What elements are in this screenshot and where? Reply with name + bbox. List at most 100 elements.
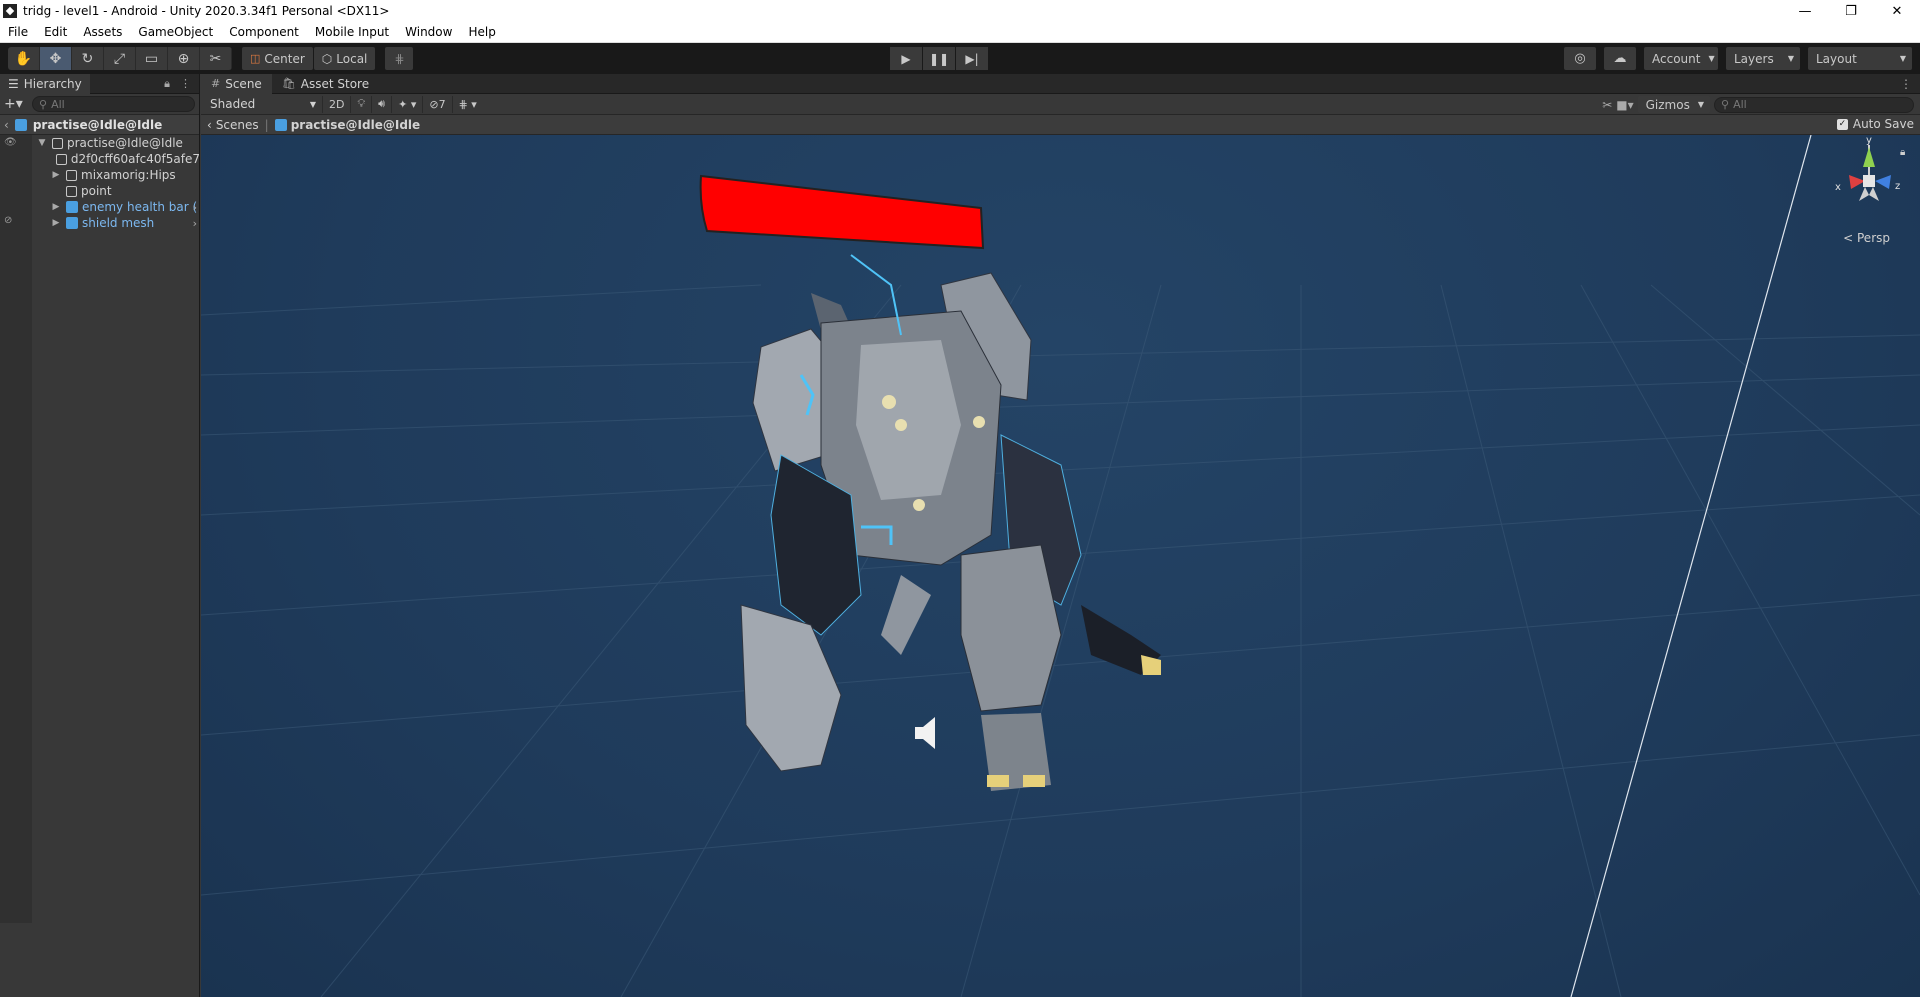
prefab-mode-header: ‹ practise@Idle@Idle xyxy=(0,115,199,135)
tree-item-point[interactable]: point xyxy=(32,183,200,199)
checkmark-icon[interactable]: ✓ xyxy=(1836,118,1848,130)
tree-item-shield-mesh[interactable]: ▶ shield mesh › xyxy=(32,215,200,231)
tree-item-d2f0[interactable]: d2f0cff60afc40f5afe7 xyxy=(32,151,200,167)
scale-tool-button[interactable]: ⤢ xyxy=(104,47,136,70)
tools-icon[interactable]: ✂ xyxy=(1602,98,1612,112)
2d-toggle[interactable]: 2D xyxy=(322,95,350,113)
breadcrumb-prefab[interactable]: practise@Idle@Idle xyxy=(274,118,420,132)
chevron-right-icon[interactable]: › xyxy=(193,217,197,230)
hierarchy-search-input[interactable]: ⚲ All xyxy=(32,96,195,112)
minimize-button[interactable]: — xyxy=(1782,0,1828,22)
pivot-mode-button[interactable]: ◫ Center xyxy=(242,47,313,70)
layers-dropdown[interactable]: Layers ▼ xyxy=(1726,47,1800,70)
chevron-down-icon: ▼ xyxy=(1787,54,1794,63)
hierarchy-tab[interactable]: ☰ Hierarchy xyxy=(0,73,90,94)
gizmos-dropdown[interactable]: Gizmos ▼ xyxy=(1637,96,1710,113)
gizmo-lock-icon[interactable]: 🔒︎ xyxy=(1900,147,1905,158)
transform-tools: ✋ ✥ ↻ ⤢ ▭ ⊕ ✂ xyxy=(8,47,232,70)
grid-snap-button[interactable]: ⋕ xyxy=(385,47,414,70)
cloud-icon[interactable]: ☁ xyxy=(1604,47,1636,70)
gameobject-icon xyxy=(66,185,77,197)
visibility-gutter: 👁︎ ⊘ xyxy=(0,135,32,923)
menu-window[interactable]: Window xyxy=(397,25,460,39)
visibility-eye-icon[interactable]: 👁︎ xyxy=(4,137,17,148)
prefab-header-label: practise@Idle@Idle xyxy=(32,117,163,132)
custom-tool-button[interactable]: ✂ xyxy=(200,47,232,70)
tree-item-label: shield mesh xyxy=(82,216,155,230)
effects-toggle-icon[interactable]: ✦ ▾ xyxy=(391,95,422,113)
hand-tool-button[interactable]: ✋ xyxy=(8,47,40,70)
shading-mode-label: Shaded xyxy=(210,97,256,111)
menu-assets[interactable]: Assets xyxy=(75,25,130,39)
tab-asset-store[interactable]: 🛍︎ Asset Store xyxy=(272,74,379,94)
move-tool-button[interactable]: ✥ xyxy=(40,47,72,70)
collapse-arrow-icon[interactable]: ▶ xyxy=(50,202,62,212)
robot-model[interactable] xyxy=(740,254,1161,791)
chevron-right-icon[interactable]: › xyxy=(193,201,197,214)
gizmo-axis-line xyxy=(1570,135,1812,997)
audio-toggle-icon[interactable]: 🔊︎ xyxy=(371,95,391,113)
perspective-icon: < xyxy=(1843,231,1854,245)
lock-icon[interactable]: 🔒︎ xyxy=(164,77,170,91)
chevron-down-icon: ▼ xyxy=(1899,54,1906,63)
collab-icon[interactable]: ◎ xyxy=(1564,47,1596,70)
gizmo-z-label: z xyxy=(1895,181,1900,192)
menu-mobile-input[interactable]: Mobile Input xyxy=(307,25,397,39)
audio-source-icon xyxy=(915,717,935,749)
pivot-icon: ◫ xyxy=(250,52,261,65)
breadcrumb-separator: | xyxy=(264,117,269,132)
pause-button[interactable]: ❚❚ xyxy=(923,47,955,70)
layout-dropdown[interactable]: Layout ▼ xyxy=(1808,47,1912,70)
more-menu-icon[interactable]: ⋮ xyxy=(1900,77,1912,91)
back-arrow-icon[interactable]: ‹ xyxy=(4,118,9,132)
scene-viewport[interactable]: x y z 🔒︎ < Persp xyxy=(201,135,1920,997)
more-menu-icon[interactable]: ⋮ xyxy=(180,77,191,91)
window-title: tridg - level1 - Android - Unity 2020.3.… xyxy=(23,4,390,18)
lighting-toggle-icon[interactable]: 💡︎ xyxy=(350,95,371,113)
step-button[interactable]: ▶| xyxy=(956,47,988,70)
pivot-space-button[interactable]: ⬡ Local xyxy=(313,47,376,70)
rect-tool-button[interactable]: ▭ xyxy=(136,47,168,70)
menu-help[interactable]: Help xyxy=(460,25,503,39)
autosave-toggle[interactable]: ✓ Auto Save xyxy=(1836,117,1914,131)
list-icon: ☰ xyxy=(8,76,19,91)
rotate-tool-button[interactable]: ↻ xyxy=(72,47,104,70)
tree-item-enemy-health-bar[interactable]: ▶ enemy health bar ( › xyxy=(32,199,200,215)
breadcrumb-scenes[interactable]: ‹ Scenes xyxy=(207,118,259,132)
projection-toggle[interactable]: < Persp xyxy=(1843,231,1890,245)
tree-item-root[interactable]: ▼ practise@Idle@Idle xyxy=(32,135,200,151)
close-button[interactable]: ✕ xyxy=(1874,0,1920,22)
create-button[interactable]: +▾ xyxy=(4,96,28,112)
scene-search-input[interactable]: ⚲ All xyxy=(1714,96,1914,113)
orientation-gizmo[interactable]: x y z 🔒︎ xyxy=(1835,135,1905,201)
menu-gameobject[interactable]: GameObject xyxy=(130,25,221,39)
gameobject-icon xyxy=(55,153,67,165)
gizmo-x-label: x xyxy=(1835,182,1841,193)
hidden-objects-toggle[interactable]: ⊘ 7 xyxy=(422,95,451,113)
main-toolbar: ✋ ✥ ↻ ⤢ ▭ ⊕ ✂ ◫ Center ⬡ Local ⋕ ▶ ❚❚ ▶| ◎… xyxy=(0,43,1920,74)
collapse-arrow-icon[interactable]: ▶ xyxy=(50,170,62,180)
scene-render[interactable]: x y z 🔒︎ xyxy=(201,135,1920,997)
enemy-health-bar[interactable] xyxy=(699,174,985,250)
grid-icon: # xyxy=(211,77,221,90)
transform-tool-button[interactable]: ⊕ xyxy=(168,47,200,70)
breadcrumb: ‹ Scenes | practise@Idle@Idle ✓ Auto Save xyxy=(201,115,1920,135)
restore-button[interactable]: ❐ xyxy=(1828,0,1874,22)
tab-scene[interactable]: # Scene xyxy=(201,73,272,94)
projection-label: Persp xyxy=(1857,231,1890,245)
menu-edit[interactable]: Edit xyxy=(36,25,75,39)
expand-arrow-icon[interactable]: ▼ xyxy=(36,138,48,148)
account-dropdown[interactable]: Account ▼ xyxy=(1644,47,1718,70)
tree-item-hips[interactable]: ▶ mixamorig:Hips xyxy=(32,167,200,183)
prefab-icon xyxy=(66,201,78,213)
grid-toggle-icon[interactable]: ⋕ ▾ xyxy=(451,95,483,113)
hidden-eye-icon[interactable]: ⊘ xyxy=(4,215,12,226)
ground-grid xyxy=(201,284,1920,997)
shading-mode-dropdown[interactable]: Shaded ▼ xyxy=(204,96,322,113)
tree-item-label: point xyxy=(81,184,112,198)
collapse-arrow-icon[interactable]: ▶ xyxy=(50,218,62,228)
menu-component[interactable]: Component xyxy=(221,25,307,39)
play-button[interactable]: ▶ xyxy=(890,47,922,70)
menu-file[interactable]: File xyxy=(0,25,36,39)
camera-icon[interactable]: ■▾ xyxy=(1616,98,1633,112)
